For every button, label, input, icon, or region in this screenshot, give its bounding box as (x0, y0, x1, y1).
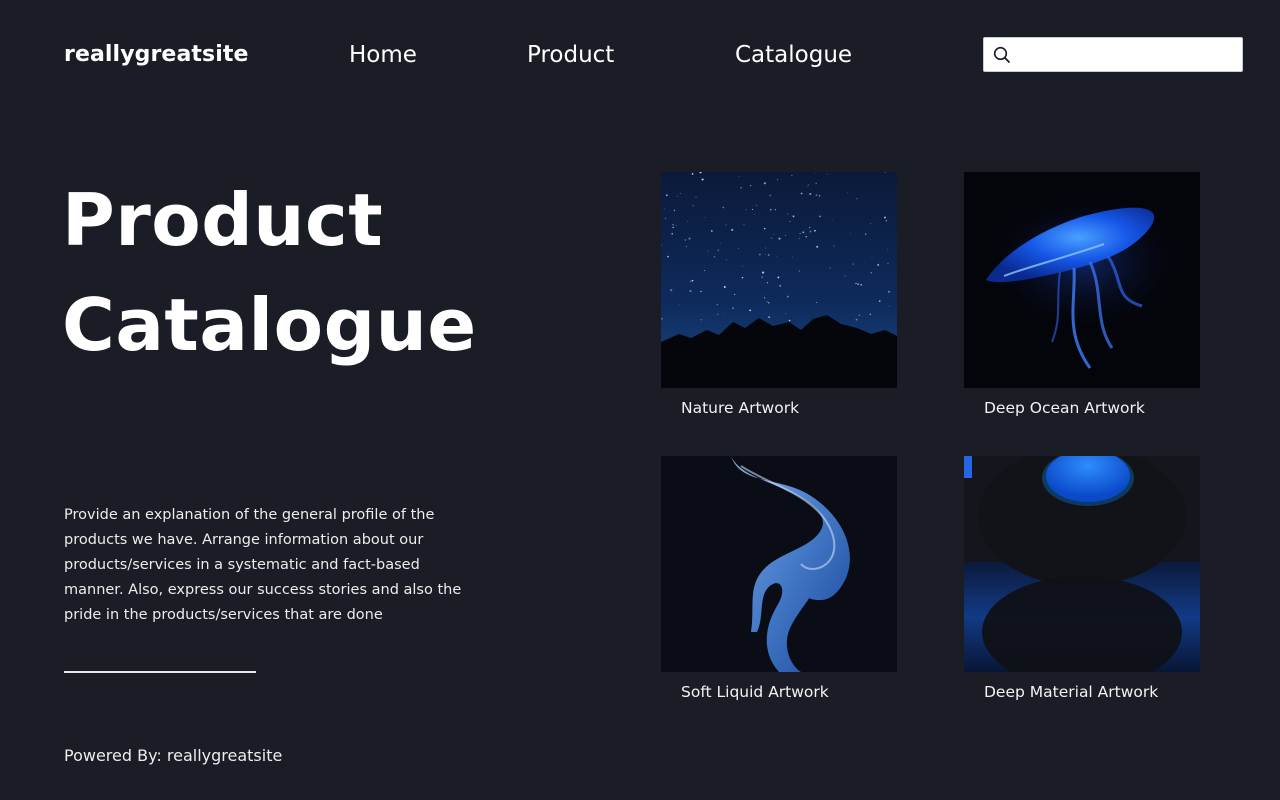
product-card-deep-material[interactable]: Deep Material Artwork (964, 456, 1200, 701)
product-card-deep-ocean[interactable]: Deep Ocean Artwork (964, 172, 1200, 417)
page-title-line-1: Product (62, 178, 384, 262)
starry-night-mountains-image (661, 172, 897, 388)
catalogue-description: Provide an explanation of the general pr… (64, 507, 462, 623)
nav-link-home[interactable]: Home (349, 40, 417, 70)
nav-link-product[interactable]: Product (527, 40, 614, 70)
nav-link-catalogue[interactable]: Catalogue (735, 40, 852, 70)
search-input[interactable] (1018, 38, 1236, 71)
glowing-jellyfish-image (964, 172, 1200, 388)
product-label: Deep Ocean Artwork (984, 399, 1145, 417)
search-icon (993, 46, 1010, 63)
blue-smoke-image (661, 456, 897, 672)
page-title: Product Catalogue (62, 168, 477, 378)
product-label: Nature Artwork (681, 399, 800, 417)
footer-credit: Powered By: reallygreatsite (64, 746, 283, 765)
product-label: Soft Liquid Artwork (681, 683, 829, 701)
blue-circle-reflection-image (964, 456, 1200, 672)
product-card-soft-liquid[interactable]: Soft Liquid Artwork (661, 456, 897, 701)
site-logo[interactable]: reallygreatsite (64, 40, 249, 70)
product-label: Deep Material Artwork (984, 683, 1159, 701)
product-card-nature[interactable]: Nature Artwork (661, 172, 897, 417)
search-box[interactable] (983, 37, 1243, 72)
divider (64, 671, 256, 673)
page-title-line-2: Catalogue (62, 283, 477, 367)
